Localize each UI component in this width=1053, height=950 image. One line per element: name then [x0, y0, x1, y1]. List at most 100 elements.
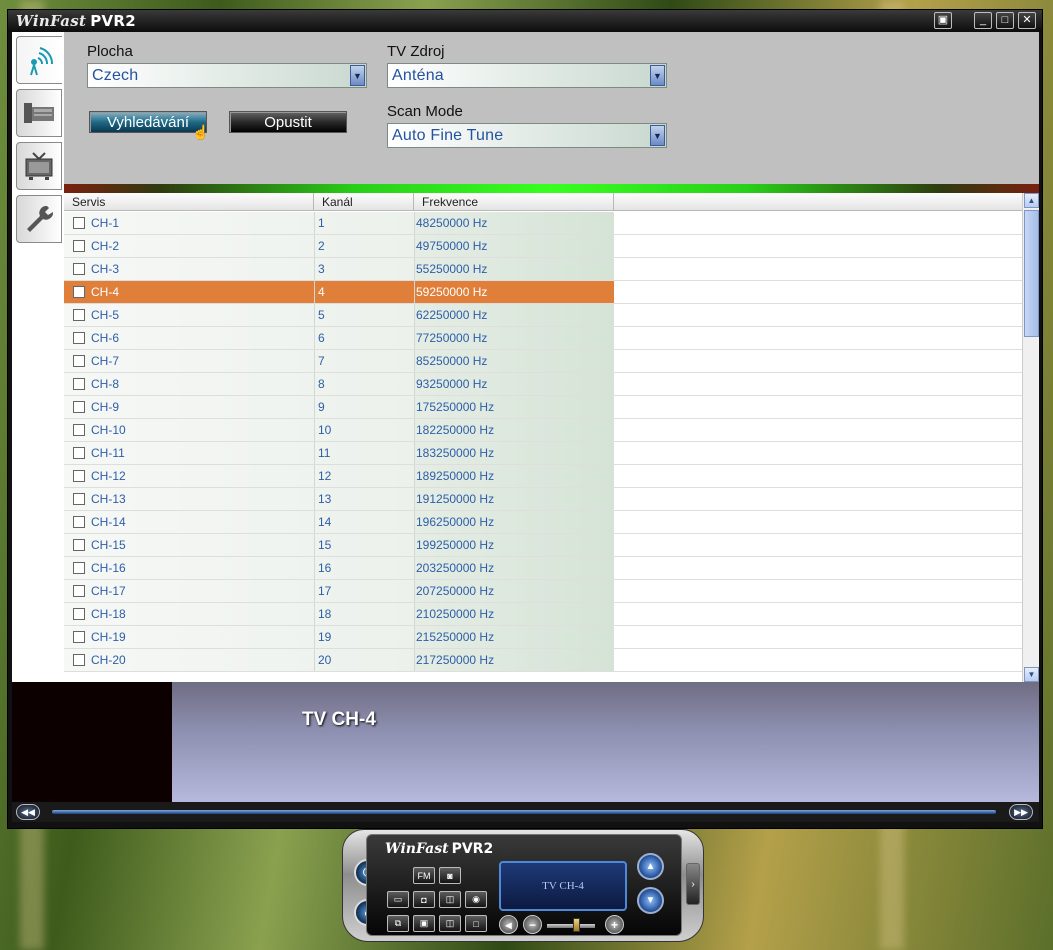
window-mode-icon[interactable]: ▣	[413, 915, 435, 932]
sidebar-item-tuner[interactable]	[16, 89, 62, 137]
row-checkbox[interactable]	[73, 562, 85, 574]
row-checkbox[interactable]	[73, 332, 85, 344]
table-row[interactable]: CH-3 3 55250000 Hz	[64, 258, 1022, 281]
fm-button[interactable]: FM	[413, 867, 435, 884]
table-row[interactable]: CH-13 13 191250000 Hz	[64, 488, 1022, 511]
preview-area: TV CH-4	[12, 682, 1039, 802]
table-row[interactable]: CH-18 18 210250000 Hz	[64, 603, 1022, 626]
row-checkbox[interactable]	[73, 447, 85, 459]
mini-mode-button[interactable]: ▣	[934, 12, 952, 29]
split-screen-icon[interactable]: ◫	[439, 915, 461, 932]
scroll-thumb[interactable]	[1024, 210, 1039, 337]
row-checkbox[interactable]	[73, 631, 85, 643]
row-checkbox[interactable]	[73, 355, 85, 367]
volume-up-icon[interactable]: +	[605, 915, 624, 934]
channel-cell: 3	[318, 262, 325, 276]
row-checkbox[interactable]	[73, 286, 85, 298]
row-checkbox[interactable]	[73, 309, 85, 321]
volume-knob[interactable]	[573, 918, 580, 932]
pip-icon[interactable]: ⧉	[387, 915, 409, 932]
title-bar[interactable]: WinFast PVR2 ▣ _ □ ✕	[8, 10, 1042, 32]
sidebar-item-settings[interactable]	[16, 195, 62, 243]
eye-icon[interactable]: ◉	[465, 891, 487, 908]
table-row[interactable]: CH-7 7 85250000 Hz	[64, 350, 1022, 373]
open-folder-icon[interactable]: ▭	[387, 891, 409, 908]
table-row[interactable]: CH-15 15 199250000 Hz	[64, 534, 1022, 557]
row-checkbox[interactable]	[73, 263, 85, 275]
minimize-button[interactable]: _	[974, 12, 992, 29]
mute-icon[interactable]: ◂	[499, 915, 518, 934]
main-window: WinFast PVR2 ▣ _ □ ✕ Plocha Czech ▼ TV Z…	[7, 9, 1043, 829]
row-checkbox[interactable]	[73, 539, 85, 551]
seek-track[interactable]	[52, 810, 996, 814]
snapshot-icon[interactable]: ◙	[439, 867, 461, 884]
row-checkbox[interactable]	[73, 378, 85, 390]
table-row[interactable]: CH-10 10 182250000 Hz	[64, 419, 1022, 442]
close-button[interactable]: ✕	[1018, 12, 1036, 29]
app-logo: WinFast PVR2	[16, 12, 136, 30]
vertical-scrollbar[interactable]: ▲ ▼	[1022, 193, 1039, 682]
row-checkbox[interactable]	[73, 240, 85, 252]
sidebar-item-tv[interactable]	[16, 142, 62, 190]
remote-control: ⏻ ● WinFastPVR2 FM ◙ ▭ ◘ ◫ ◉ ⧉ ▣ ◫ □ TV …	[342, 829, 704, 942]
region-select[interactable]: Czech ▼	[87, 63, 367, 88]
table-row[interactable]: CH-4 4 59250000 Hz	[64, 281, 1022, 304]
service-cell: CH-9	[91, 400, 120, 414]
volume-slider[interactable]	[547, 924, 595, 928]
frequency-cell: 207250000 Hz	[416, 584, 495, 598]
chevron-down-icon[interactable]: ▼	[650, 65, 665, 86]
volume-down-icon[interactable]: −	[523, 915, 542, 934]
channel-up-icon[interactable]: ▲	[637, 853, 664, 880]
camera-icon[interactable]: ◘	[413, 891, 435, 908]
row-checkbox[interactable]	[73, 470, 85, 482]
channel-down-icon[interactable]: ▼	[637, 887, 664, 914]
table-row[interactable]: CH-12 12 189250000 Hz	[64, 465, 1022, 488]
chevron-down-icon[interactable]: ▼	[350, 65, 365, 86]
channel-cell: 18	[318, 607, 332, 621]
table-row[interactable]: CH-14 14 196250000 Hz	[64, 511, 1022, 534]
row-checkbox[interactable]	[73, 424, 85, 436]
service-cell: CH-14	[91, 515, 126, 529]
exit-button[interactable]: Opustit	[229, 111, 347, 133]
channel-cell: 4	[318, 285, 325, 299]
row-checkbox[interactable]	[73, 608, 85, 620]
row-checkbox[interactable]	[73, 654, 85, 666]
row-checkbox[interactable]	[73, 217, 85, 229]
scroll-up-icon[interactable]: ▲	[1024, 193, 1039, 208]
table-row[interactable]: CH-17 17 207250000 Hz	[64, 580, 1022, 603]
scan-mode-select[interactable]: Auto Fine Tune ▼	[387, 123, 667, 148]
chevron-down-icon[interactable]: ▼	[650, 125, 665, 146]
table-row[interactable]: CH-8 8 93250000 Hz	[64, 373, 1022, 396]
app-title-suffix: PVR2	[90, 12, 137, 30]
video-camera-icon[interactable]: ◫	[439, 891, 461, 908]
channel-cell: 16	[318, 561, 332, 575]
table-row[interactable]: CH-20 20 217250000 Hz	[64, 649, 1022, 672]
sidebar-item-scan[interactable]	[16, 36, 62, 84]
table-row[interactable]: CH-19 19 215250000 Hz	[64, 626, 1022, 649]
scroll-down-icon[interactable]: ▼	[1024, 667, 1039, 682]
row-checkbox[interactable]	[73, 585, 85, 597]
table-row[interactable]: CH-5 5 62250000 Hz	[64, 304, 1022, 327]
row-checkbox[interactable]	[73, 493, 85, 505]
source-select[interactable]: Anténa ▼	[387, 63, 667, 88]
fullscreen-icon[interactable]: □	[465, 915, 487, 932]
column-header-service[interactable]: Servis	[64, 193, 314, 211]
fast-forward-icon[interactable]: ▶▶	[1009, 804, 1033, 820]
table-row[interactable]: CH-6 6 77250000 Hz	[64, 327, 1022, 350]
maximize-button[interactable]: □	[996, 12, 1014, 29]
column-header-channel[interactable]: Kanál	[314, 193, 414, 211]
expand-arrow-icon[interactable]: ›	[686, 863, 700, 905]
service-cell: CH-6	[91, 331, 120, 345]
column-header-frequency[interactable]: Frekvence	[414, 193, 614, 211]
table-row[interactable]: CH-9 9 175250000 Hz	[64, 396, 1022, 419]
rewind-icon[interactable]: ◀◀	[16, 804, 40, 820]
search-button[interactable]: Vyhledávání	[89, 111, 207, 133]
row-checkbox[interactable]	[73, 516, 85, 528]
frequency-cell: 182250000 Hz	[416, 423, 495, 437]
row-checkbox[interactable]	[73, 401, 85, 413]
table-row[interactable]: CH-11 11 183250000 Hz	[64, 442, 1022, 465]
table-row[interactable]: CH-2 2 49750000 Hz	[64, 235, 1022, 258]
table-row[interactable]: CH-1 1 48250000 Hz	[64, 212, 1022, 235]
table-row[interactable]: CH-16 16 203250000 Hz	[64, 557, 1022, 580]
video-preview[interactable]	[12, 682, 172, 802]
